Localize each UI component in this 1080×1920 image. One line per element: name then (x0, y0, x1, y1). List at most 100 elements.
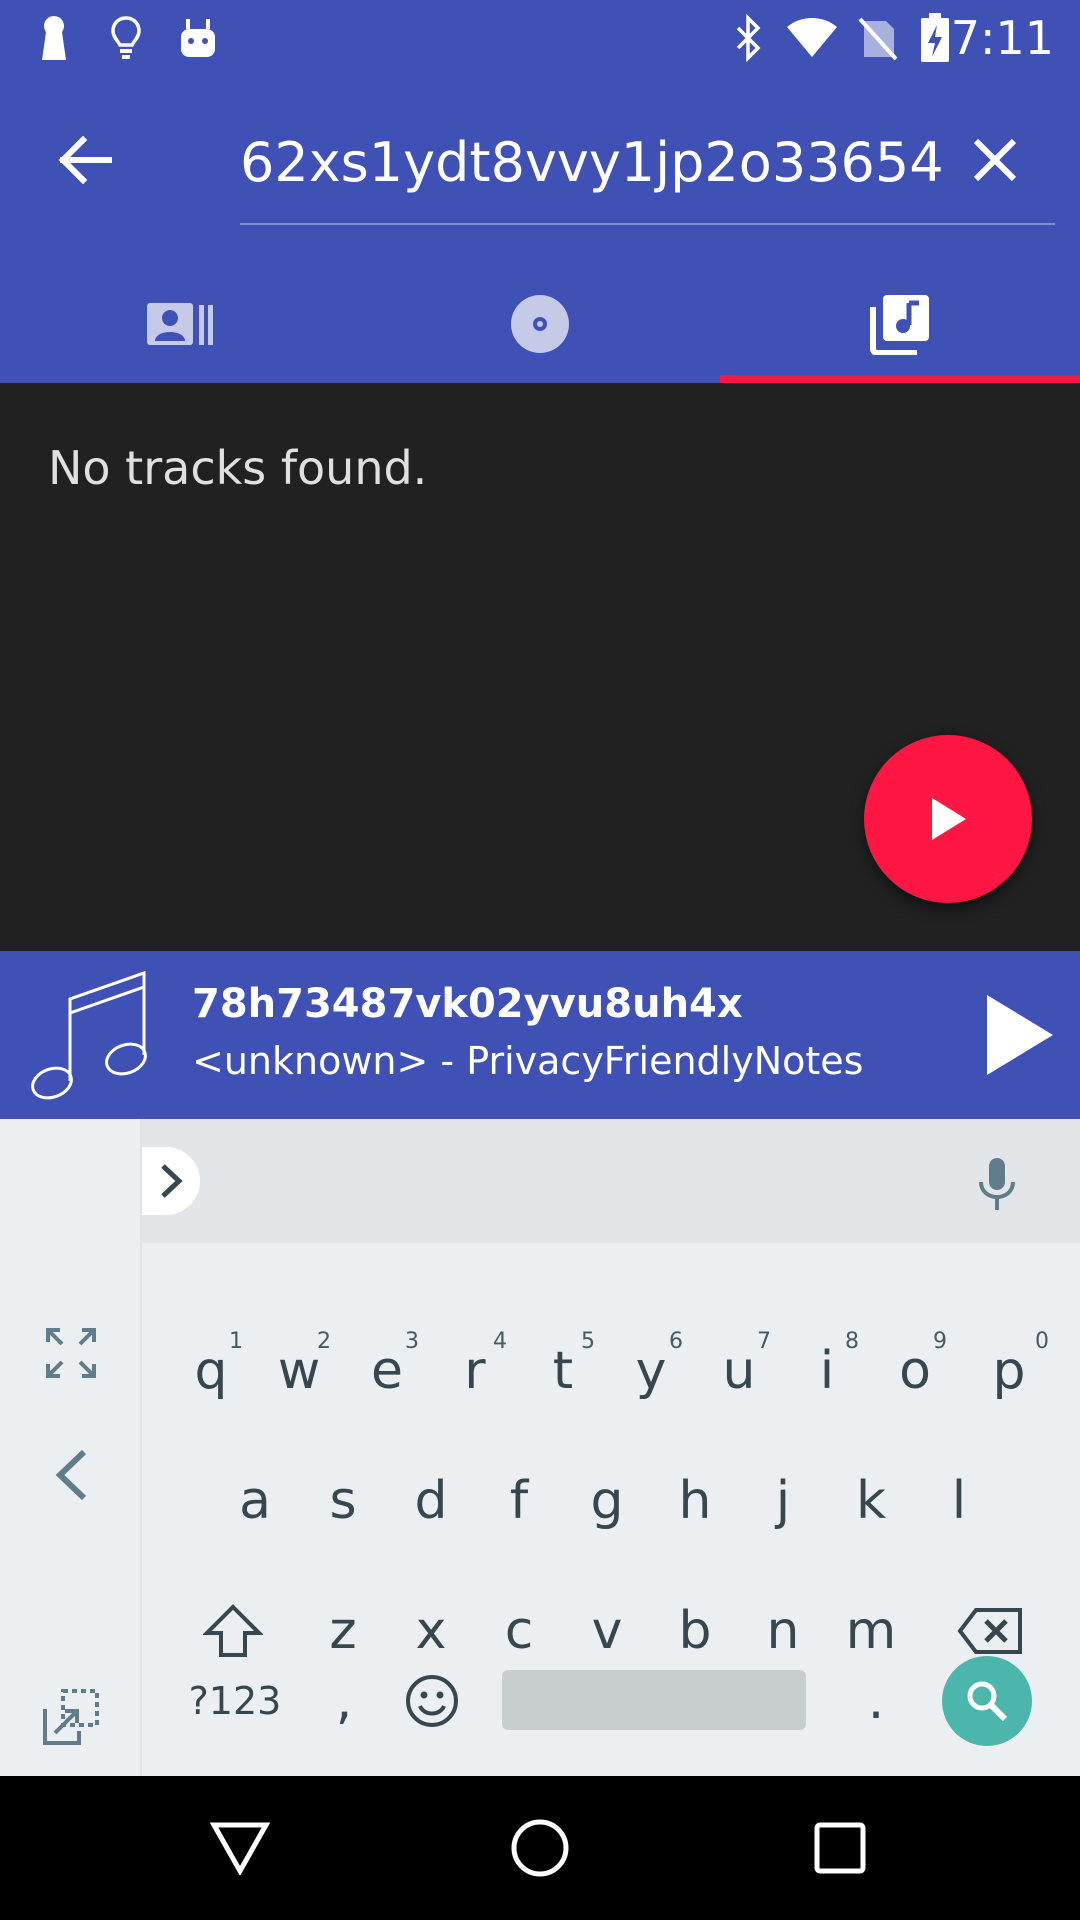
results-area: No tracks found. (0, 383, 1080, 951)
key-label: b (678, 1601, 712, 1661)
empty-results-message: No tracks found. (48, 441, 428, 495)
key-label: u (722, 1341, 756, 1401)
key-k[interactable]: k (827, 1441, 915, 1561)
key-label: r (464, 1341, 486, 1401)
clear-search-button[interactable] (950, 115, 1040, 205)
key-t[interactable]: t5 (519, 1311, 607, 1431)
key-label: a (239, 1471, 271, 1531)
key-label: , (335, 1671, 353, 1731)
arrow-left-icon (58, 136, 112, 184)
comma-key[interactable]: , (300, 1641, 388, 1761)
key-h[interactable]: h (651, 1441, 739, 1561)
key-j[interactable]: j (739, 1441, 827, 1561)
mini-player[interactable]: 78h73487vk02yvu8uh4x <unknown> - Privacy… (0, 951, 1080, 1119)
key-label: l (951, 1471, 967, 1531)
search-input[interactable]: 62xs1ydt8vvy1jp2o33654 (240, 117, 944, 207)
suggestion-expand-button[interactable] (142, 1147, 200, 1215)
key-hint: 0 (1035, 1329, 1049, 1354)
clock: 7:11 (950, 10, 1054, 65)
fullscreen-keyboard-button[interactable] (0, 1293, 142, 1413)
track-title: 78h73487vk02yvu8uh4x (192, 981, 743, 1027)
key-label: h (678, 1471, 712, 1531)
key-label: . (867, 1671, 885, 1731)
key-a[interactable]: a (211, 1441, 299, 1561)
voice-input-button[interactable] (962, 1149, 1032, 1219)
key-label: s (329, 1471, 357, 1531)
space-key[interactable] (502, 1670, 806, 1730)
chevron-left-icon (55, 1449, 87, 1501)
chevron-right-icon (161, 1164, 183, 1198)
album-icon (511, 295, 569, 353)
key-w[interactable]: w2 (255, 1311, 343, 1431)
tab-albums[interactable] (360, 265, 720, 383)
key-q[interactable]: q1 (167, 1311, 255, 1431)
tab-tracks[interactable] (720, 265, 1080, 383)
tab-artists[interactable] (0, 265, 360, 383)
circle-home-icon (511, 1819, 569, 1877)
period-key[interactable]: . (832, 1641, 920, 1761)
key-hint: 3 (405, 1329, 419, 1354)
key-p[interactable]: p0 (965, 1311, 1053, 1431)
key-label: j (775, 1471, 791, 1531)
wifi-icon (784, 0, 840, 75)
album-art-placeholder (20, 969, 150, 1105)
key-label: i (819, 1341, 835, 1401)
key-hint: 2 (317, 1329, 331, 1354)
key-y[interactable]: y6 (607, 1311, 695, 1431)
music-library-icon (870, 295, 929, 355)
keyboard-side-panel (0, 1119, 142, 1776)
key-label: ?123 (188, 1679, 282, 1723)
key-f[interactable]: f (475, 1441, 563, 1561)
key-hint: 8 (845, 1329, 859, 1354)
key-label: g (590, 1471, 624, 1531)
key-label: t (552, 1341, 574, 1401)
nav-recents-button[interactable] (790, 1798, 890, 1898)
back-button[interactable] (40, 115, 130, 205)
key-label: q (194, 1341, 228, 1401)
search-action-key[interactable] (942, 1656, 1032, 1746)
popout-icon (43, 1689, 99, 1745)
play-icon (987, 995, 1053, 1075)
key-hint: 1 (229, 1329, 243, 1354)
key-label: f (509, 1471, 529, 1531)
emoji-key[interactable] (388, 1641, 476, 1761)
expand-icon (46, 1328, 96, 1378)
key-hint: 5 (581, 1329, 595, 1354)
soft-keyboard: q1 w2 e3 r4 t5 y6 u7 i8 o9 p0 a s d f g … (0, 1119, 1080, 1776)
key-l[interactable]: l (915, 1441, 1003, 1561)
key-label: v (591, 1601, 623, 1661)
key-s[interactable]: s (299, 1441, 387, 1561)
music-note-icon (31, 970, 147, 1100)
nav-back-button[interactable] (190, 1798, 290, 1898)
android-icon (176, 0, 220, 75)
floating-keyboard-button[interactable] (0, 1657, 142, 1777)
key-o[interactable]: o9 (871, 1311, 959, 1431)
key-u[interactable]: u7 (695, 1311, 783, 1431)
search-app-bar: 62xs1ydt8vvy1jp2o33654 (0, 75, 1080, 383)
symbols-key[interactable]: ?123 (180, 1641, 290, 1761)
lightbulb-icon (106, 0, 146, 75)
artist-icon (147, 303, 213, 345)
key-label: k (855, 1471, 887, 1531)
key-label: w (277, 1341, 321, 1401)
play-icon (932, 798, 966, 840)
key-label: d (414, 1471, 448, 1531)
nav-home-button[interactable] (490, 1798, 590, 1898)
key-g[interactable]: g (563, 1441, 651, 1561)
key-hint: 9 (933, 1329, 947, 1354)
bluetooth-icon (730, 0, 766, 75)
player-play-button[interactable] (970, 985, 1070, 1085)
key-i[interactable]: i8 (783, 1311, 871, 1431)
key-d[interactable]: d (387, 1441, 475, 1561)
key-label: c (504, 1601, 534, 1661)
key-label: n (766, 1601, 800, 1661)
key-e[interactable]: e3 (343, 1311, 431, 1431)
keyboard-back-button[interactable] (0, 1415, 142, 1535)
search-tabs (0, 265, 1080, 383)
emoji-icon (406, 1675, 458, 1727)
suggestion-strip (142, 1119, 1080, 1243)
key-r[interactable]: r4 (431, 1311, 519, 1431)
shuffle-play-fab[interactable] (864, 735, 1032, 903)
search-icon (967, 1681, 1008, 1722)
system-nav-bar (0, 1776, 1080, 1920)
